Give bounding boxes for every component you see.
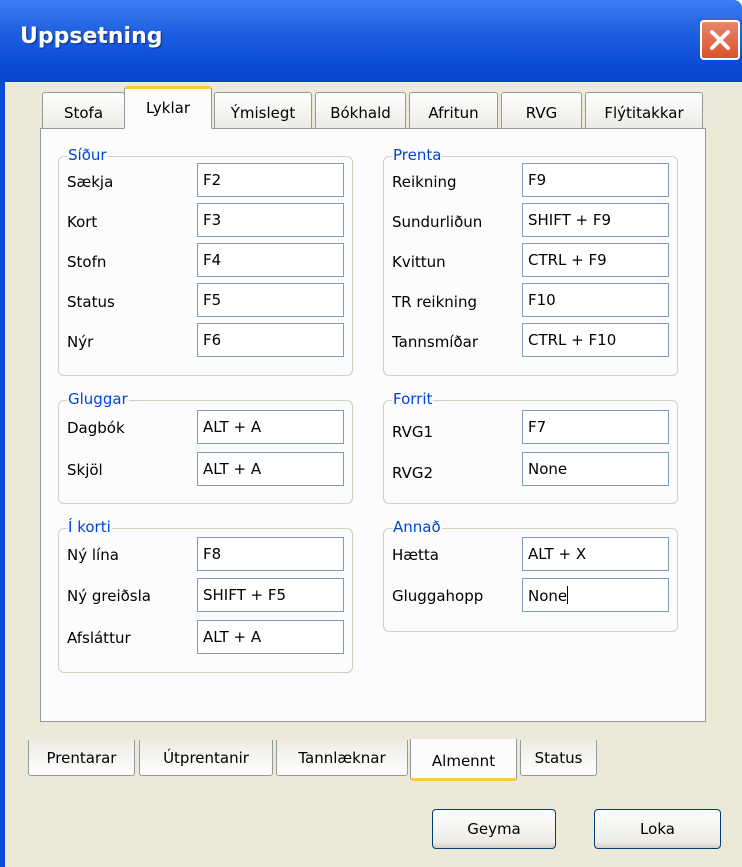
shortcut-field[interactable]: F5	[197, 283, 344, 317]
tab-label: Stofa	[63, 104, 104, 122]
shortcut-field[interactable]: ALT + X	[522, 537, 669, 571]
shortcut-field-focused[interactable]: None	[522, 578, 669, 612]
shortcut-field[interactable]: ALT + A	[197, 410, 344, 444]
tab-rvg[interactable]: RVG	[501, 92, 582, 128]
tab-ymislegt[interactable]: Ýmislegt	[214, 92, 312, 128]
field-label: Kvittun	[392, 253, 446, 271]
tab-afritun[interactable]: Afritun	[409, 92, 498, 128]
group-annad: Annað Hætta ALT + X Gluggahopp None	[383, 518, 678, 632]
tab-status[interactable]: Status	[520, 740, 597, 776]
group-forrit: Forrit RVG1 F7 RVG2 None	[383, 390, 678, 504]
tab-label: Flýtitakkar	[604, 104, 684, 122]
tab-label: Útprentanir	[163, 749, 249, 767]
tab-label: Afritun	[428, 104, 479, 122]
group-legend: Prenta	[392, 146, 443, 164]
shortcut-field[interactable]: F2	[197, 163, 344, 197]
field-label: Tannsmíðar	[392, 333, 479, 351]
group-legend: Síður	[67, 146, 108, 164]
field-label: RVG2	[392, 464, 434, 482]
shortcut-field[interactable]: SHIFT + F9	[522, 203, 669, 237]
field-label: RVG1	[392, 423, 434, 441]
save-button[interactable]: Geyma	[432, 809, 556, 849]
field-label: Afsláttur	[67, 629, 131, 647]
group-legend: Gluggar	[67, 390, 129, 408]
tab-stofa[interactable]: Stofa	[42, 92, 125, 128]
shortcut-field[interactable]: F3	[197, 203, 344, 237]
settings-dialog: Uppsetning Stofa Lyklar Ýmislegt Bókhald…	[0, 0, 742, 867]
shortcut-field[interactable]: F8	[197, 537, 344, 571]
group-i-korti: Í korti Ný lína F8 Ný greiðsla SHIFT + F…	[58, 518, 353, 673]
field-label: Nýr	[67, 333, 94, 351]
tab-prentarar[interactable]: Prentarar	[28, 740, 135, 776]
dialog-client-area: Stofa Lyklar Ýmislegt Bókhald Afritun RV…	[5, 82, 742, 867]
field-label: Stofn	[67, 253, 107, 271]
tab-panel-lyklar: Síður Sækja F2 Kort F3 Stofn F4 Status F…	[40, 128, 706, 722]
shortcut-field[interactable]: F7	[522, 410, 669, 444]
group-sidur: Síður Sækja F2 Kort F3 Stofn F4 Status F…	[58, 146, 353, 376]
field-label: Sækja	[67, 173, 114, 191]
tab-label: Lyklar	[145, 99, 191, 117]
tab-label: Ýmislegt	[230, 104, 296, 122]
group-legend: Í korti	[67, 518, 112, 536]
close-icon	[710, 30, 730, 50]
field-value: None	[528, 587, 568, 605]
group-legend: Forrit	[392, 390, 434, 408]
group-prenta: Prenta Reikning F9 Sundurliðun SHIFT + F…	[383, 146, 678, 376]
group-gluggar: Gluggar Dagbók ALT + A Skjöl ALT + A	[58, 390, 353, 504]
tab-label: Almennt	[431, 752, 496, 770]
tab-lyklar[interactable]: Lyklar	[124, 86, 212, 129]
field-label: Hætta	[392, 546, 439, 564]
shortcut-field[interactable]: CTRL + F10	[522, 323, 669, 357]
window-title: Uppsetning	[20, 24, 163, 49]
shortcut-field[interactable]: F4	[197, 243, 344, 277]
field-label: Ný lína	[67, 546, 119, 564]
shortcut-field[interactable]: SHIFT + F5	[197, 578, 344, 612]
tab-flytitakkar[interactable]: Flýtitakkar	[585, 92, 703, 128]
shortcut-field[interactable]: ALT + A	[197, 620, 344, 654]
field-label: Kort	[67, 213, 98, 231]
close-button[interactable]: Loka	[594, 809, 721, 849]
shortcut-field[interactable]: F10	[522, 283, 669, 317]
text-caret	[567, 586, 569, 604]
tab-label: Tannlæknar	[298, 749, 386, 767]
group-legend: Annað	[392, 518, 442, 536]
field-label: Status	[67, 293, 115, 311]
close-window-button[interactable]	[700, 20, 740, 60]
tab-almennt[interactable]: Almennt	[410, 739, 517, 781]
shortcut-field[interactable]: CTRL + F9	[522, 243, 669, 277]
tab-bokhald[interactable]: Bókhald	[315, 92, 406, 128]
field-label: Dagbók	[67, 419, 125, 437]
title-bar[interactable]: Uppsetning	[0, 0, 742, 82]
shortcut-field[interactable]: ALT + A	[197, 452, 344, 486]
tab-tannlaeknar[interactable]: Tannlæknar	[276, 740, 408, 776]
tab-label: Status	[534, 749, 583, 767]
tab-label: RVG	[525, 104, 558, 122]
shortcut-field[interactable]: F9	[522, 163, 669, 197]
field-label: Sundurliðun	[392, 213, 483, 231]
tab-label: Bókhald	[330, 104, 391, 122]
field-label: Skjöl	[67, 461, 103, 479]
tab-utprentanir[interactable]: Útprentanir	[139, 740, 273, 776]
shortcut-field[interactable]: F6	[197, 323, 344, 357]
field-label: Gluggahopp	[392, 587, 484, 605]
tab-label: Prentarar	[46, 749, 117, 767]
field-label: TR reikning	[392, 293, 477, 311]
field-label: Ný greiðsla	[67, 587, 151, 605]
field-label: Reikning	[392, 173, 457, 191]
shortcut-field[interactable]: None	[522, 452, 669, 486]
